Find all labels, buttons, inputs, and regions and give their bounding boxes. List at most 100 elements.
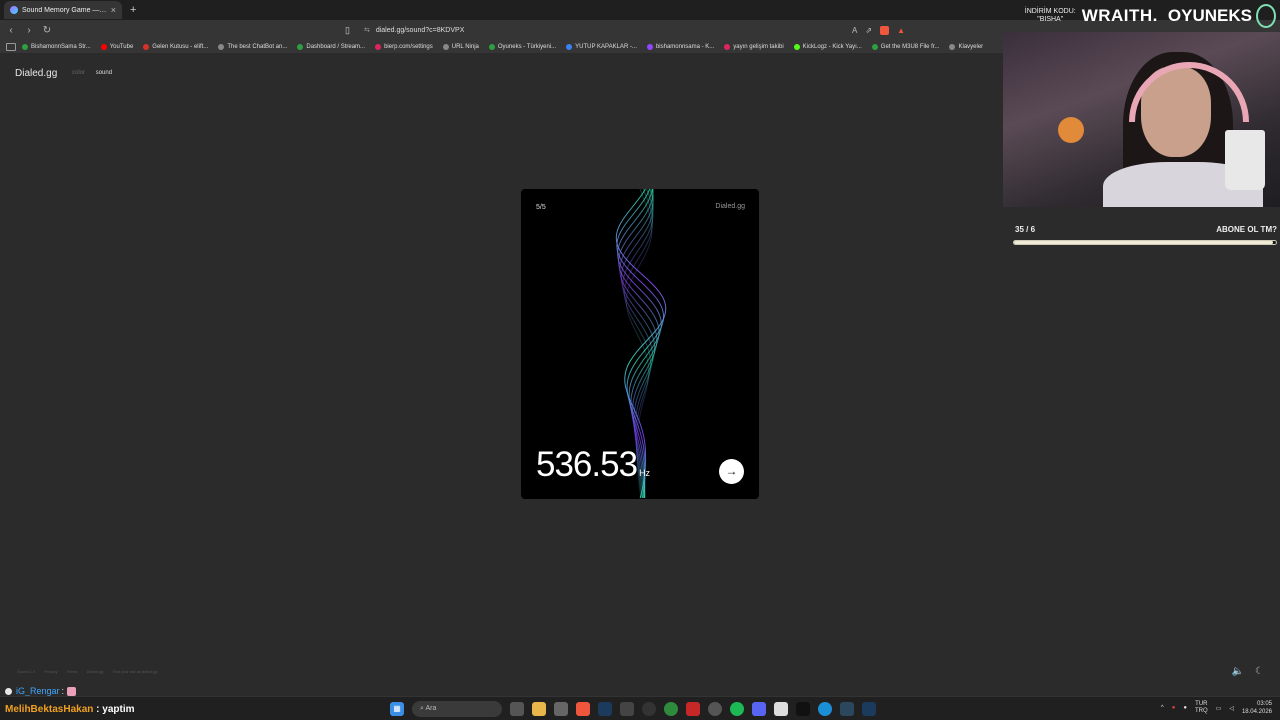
address-bar[interactable]: ▯ ⇆ dialed.gg/sound?c=8KDVPX A ⇗ ▲	[345, 23, 905, 37]
url-text[interactable]: dialed.gg/sound?c=8KDVPX	[376, 27, 465, 34]
system-tray: ^ ● ● TUR TRQ ▭ ◁ 03:05 18.04.2026	[1161, 700, 1272, 716]
xbox-icon[interactable]	[664, 702, 678, 716]
spotify-icon[interactable]	[730, 702, 744, 716]
taskbar-apps: ▦ ⌕ Ara	[390, 701, 876, 717]
steam-icon[interactable]	[598, 702, 612, 716]
file-explorer-icon[interactable]	[532, 702, 546, 716]
taskbar-search[interactable]: ⌕ Ara	[412, 701, 502, 717]
volume-icon[interactable]: 🔈	[1232, 666, 1244, 677]
task-view-icon[interactable]	[510, 702, 524, 716]
share-icon[interactable]: ⇗	[865, 26, 872, 35]
bookmark-favicon-icon	[793, 43, 800, 50]
footer-tagline: Test your ear at dialed.gg	[112, 669, 158, 674]
red-app-icon[interactable]	[686, 702, 700, 716]
capcut-icon[interactable]	[796, 702, 810, 716]
bookmark-item[interactable]: Klavyeler	[949, 43, 984, 50]
bookmark-item[interactable]: YUTUP KAPAKLAR -...	[566, 43, 637, 50]
next-arrow-button[interactable]: →	[719, 459, 744, 484]
speaker-icon[interactable]: ◁	[1229, 705, 1234, 712]
card-brand: Dialed.gg	[715, 203, 745, 210]
chevron-up-icon[interactable]: ^	[1161, 705, 1164, 711]
frequency-unit: Hz	[639, 468, 651, 478]
app-icon[interactable]	[620, 702, 634, 716]
page-footer: Sound 1.0 Privacy Terms Dialed.gg Test y…	[17, 669, 165, 674]
language-indicator[interactable]: TUR TRQ	[1195, 701, 1208, 715]
clock-time: 03:05	[1256, 701, 1272, 707]
subscriber-goal: 35 / 6 ABONE OL TM?	[1013, 222, 1277, 246]
bookmark-label: Get the M3U8 File fr...	[880, 43, 940, 50]
bookmark-item[interactable]: Get the M3U8 File fr...	[871, 43, 940, 50]
bookmark-item[interactable]: Oyuneks - Türkiyeni...	[488, 43, 556, 50]
bookmark-label: BishamonnSama Str...	[31, 43, 91, 50]
chat-text: : yaptim	[96, 704, 135, 715]
bookmark-item[interactable]: URL Ninja	[442, 43, 479, 50]
nav-color[interactable]: color	[72, 70, 85, 76]
new-tab-button[interactable]: +	[130, 4, 136, 16]
edge-icon[interactable]	[818, 702, 832, 716]
clock[interactable]: 03:05 18.04.2026	[1242, 700, 1272, 716]
bookmark-item[interactable]: YouTube	[100, 43, 133, 50]
bookmark-item[interactable]: BishamonnSama Str...	[22, 43, 91, 50]
discord-icon[interactable]	[752, 702, 766, 716]
goal-text: ABONE OL TM?	[1216, 225, 1277, 234]
site-info-icon[interactable]: ⇆	[364, 26, 370, 34]
bookmark-favicon-icon	[100, 43, 107, 50]
obs-icon[interactable]	[642, 702, 656, 716]
tab-title: Sound Memory Game — Ho	[22, 6, 107, 14]
bookmark-item[interactable]: Gelen Kutusu - elift...	[143, 43, 208, 50]
bookmark-icon[interactable]: ▯	[345, 25, 350, 36]
bookmark-label: URL Ninja	[451, 43, 479, 50]
translate-icon[interactable]: A	[852, 26, 857, 35]
store-icon[interactable]	[554, 702, 568, 716]
wraith-logo: WRAITH.	[1081, 6, 1158, 25]
close-icon[interactable]: ×	[111, 5, 116, 15]
game-card: 5/5 Dialed.gg 536.53 Hz →	[521, 189, 759, 499]
windows-taskbar: ▦ ⌕ Ara ^ ● ● TUR TRQ ▭ ◁ 03:05 18.04.20…	[0, 696, 1280, 720]
brave-rewards-icon[interactable]: ▲	[897, 26, 905, 35]
bookmark-favicon-icon	[22, 43, 28, 50]
tab-sound-memory-game[interactable]: Sound Memory Game — Ho ×	[4, 1, 122, 19]
nav-sound[interactable]: sound	[96, 70, 112, 76]
frequency-readout: 536.53 Hz	[536, 445, 650, 485]
windows-start-icon[interactable]: ▦	[390, 702, 404, 716]
brave-browser-icon[interactable]	[576, 702, 590, 716]
back-icon[interactable]: ‹	[4, 25, 18, 36]
bookmark-item[interactable]: The best ChatBot an...	[218, 43, 287, 50]
mug	[1225, 130, 1265, 190]
reload-icon[interactable]: ↻	[40, 25, 54, 36]
bookmark-label: KickLogz - Kick Yayı...	[802, 43, 862, 50]
footer-privacy[interactable]: Privacy	[44, 669, 57, 674]
bookmark-item[interactable]: KickLogz - Kick Yayı...	[793, 43, 862, 50]
bookmark-label: Klavyeler	[958, 43, 984, 50]
bookmark-label: bierp.com/settings	[384, 43, 433, 50]
forward-icon[interactable]: ›	[22, 25, 36, 36]
chat-username: iG_Rengar	[16, 686, 60, 696]
bookmark-label: Dashboard / Stream...	[306, 43, 366, 50]
bookmark-item[interactable]: bishamonnsama - K...	[646, 43, 714, 50]
clock-date: 18.04.2026	[1241, 709, 1272, 715]
apps-icon[interactable]	[6, 42, 16, 51]
bookmark-item[interactable]: Dashboard / Stream...	[297, 43, 366, 50]
goal-progress-fill	[1014, 241, 1274, 244]
site-logo[interactable]: Dialed.gg	[15, 68, 57, 79]
steam-alt-icon[interactable]	[862, 702, 876, 716]
chat-message: iG_Rengar :	[5, 686, 77, 696]
notepad-icon[interactable]	[774, 702, 788, 716]
round-counter: 5/5	[536, 204, 546, 211]
bookmark-favicon-icon	[442, 43, 449, 50]
footer-brand[interactable]: Dialed.gg	[87, 669, 104, 674]
steam-client-icon[interactable]	[840, 702, 854, 716]
bookmark-item[interactable]: yayın gelişim takibi	[724, 43, 784, 50]
chat-username: MelihBektasHakan	[5, 704, 94, 715]
moon-icon[interactable]: ☾	[1255, 666, 1264, 677]
mic-icon[interactable]: ●	[1183, 705, 1187, 711]
settings-icon[interactable]	[708, 702, 722, 716]
brave-shields-icon[interactable]	[880, 25, 890, 35]
page-controls: 🔈 ☾	[1224, 666, 1264, 677]
antivirus-icon[interactable]: ●	[1172, 705, 1176, 711]
oyuneks-logo: OYUNEKS	[1167, 6, 1252, 25]
footer-terms[interactable]: Terms	[67, 669, 78, 674]
search-placeholder: Ara	[425, 705, 437, 712]
network-icon[interactable]: ▭	[1216, 705, 1222, 712]
bookmark-item[interactable]: bierp.com/settings	[375, 43, 433, 50]
